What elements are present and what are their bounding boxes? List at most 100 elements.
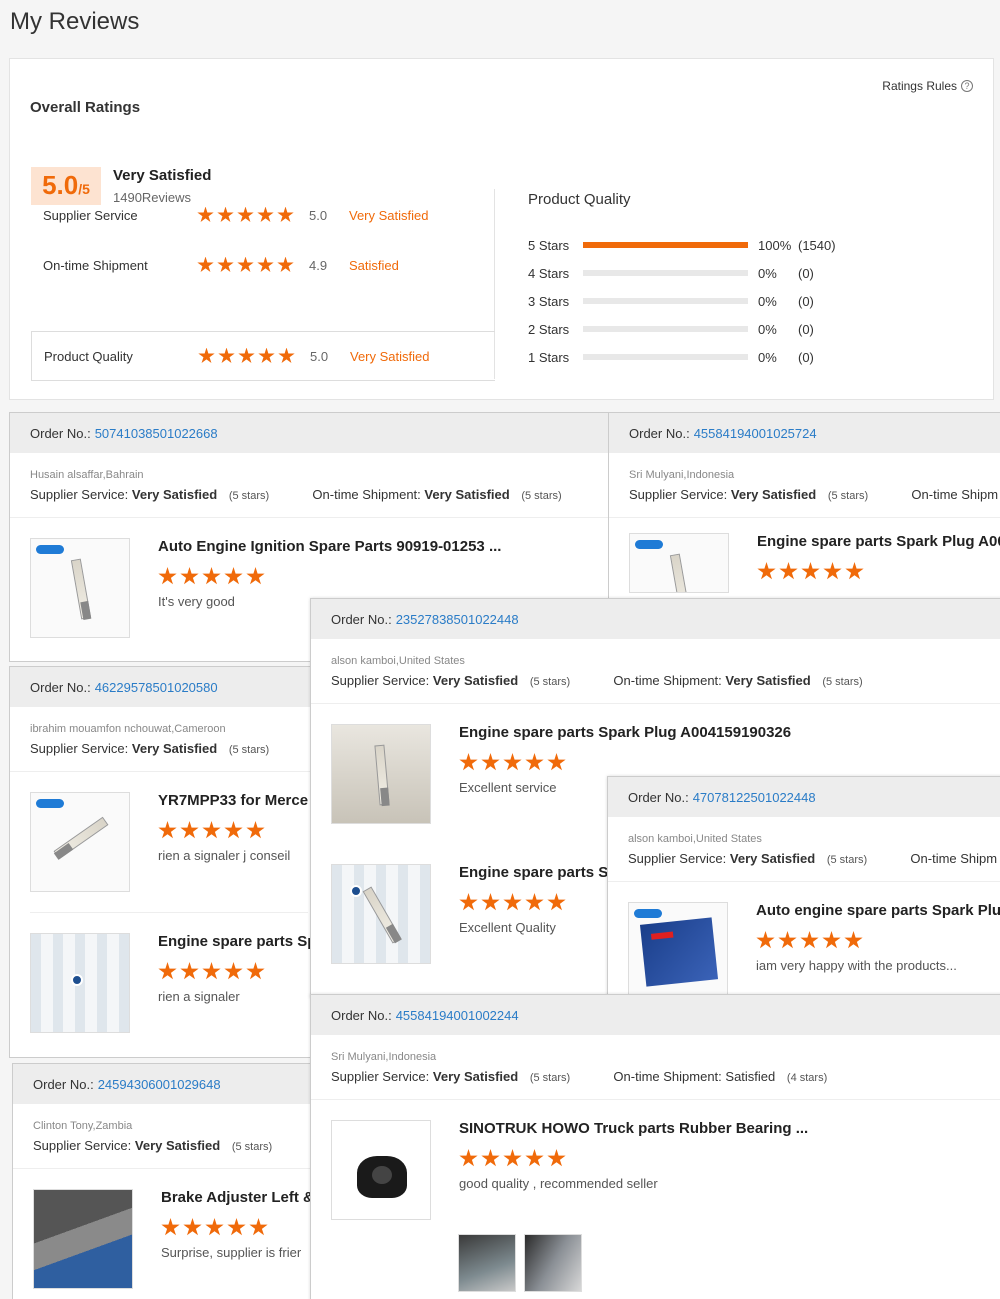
supplier-service-label: Supplier Service:: [30, 741, 129, 756]
order-number-link[interactable]: 24594306001029648: [98, 1077, 221, 1092]
star-icon: [845, 562, 864, 580]
category-label: Product Quality: [44, 348, 133, 364]
review-comment: rien a signaler j conseil: [158, 848, 291, 863]
star-rating: [198, 347, 310, 365]
supplier-service-value: Very Satisfied: [131, 487, 218, 502]
product-title[interactable]: Engine spare parts Sp: [459, 864, 617, 881]
product-review: Auto engine spare parts Spark Plug iam v…: [608, 882, 1000, 1002]
review-comment: iam very happy with the products...: [756, 958, 957, 973]
service-ratings: Supplier Service: Very Satisfied (5 star…: [10, 487, 608, 518]
review-card: Order No.: 45584194001002244 Sri Mulyani…: [310, 994, 1000, 1299]
star-icon: [180, 821, 199, 839]
product-title[interactable]: Brake Adjuster Left &: [161, 1189, 314, 1206]
brake-adjuster-image: [34, 1190, 132, 1288]
bosch-box-image: [639, 917, 719, 987]
star-icon: [459, 893, 478, 911]
order-number-link[interactable]: 47078122501022448: [693, 790, 816, 805]
order-number-link[interactable]: 50741038501022668: [95, 426, 218, 441]
ontime-shipment-stars: (5 stars): [521, 490, 562, 502]
star-icon: [823, 562, 842, 580]
star-icon: [278, 347, 295, 363]
product-thumbnail[interactable]: [30, 792, 130, 892]
supplier-service-value: Very Satisfied: [432, 1069, 519, 1084]
star-icon: [547, 753, 566, 771]
rating-bar-label: 1 Stars: [528, 349, 570, 365]
rating-bar-percent: 0%: [758, 265, 777, 281]
service-ratings: Supplier Service: Very Satisfied (5 star…: [608, 851, 1000, 882]
rating-bar-label: 3 Stars: [528, 293, 570, 309]
star-icon: [205, 1218, 224, 1236]
product-thumbnail[interactable]: [331, 724, 431, 824]
product-thumbnail[interactable]: [628, 902, 728, 1002]
order-label: Order No.:: [331, 1007, 392, 1023]
question-icon: ?: [961, 80, 973, 92]
review-card: Order No.: 24594306001029648 Clinton Ton…: [12, 1063, 330, 1299]
star-icon: [756, 931, 775, 949]
star-icon: [237, 206, 254, 222]
ontime-shipment-label: On-time Shipment:: [312, 487, 421, 502]
star-icon: [459, 1149, 478, 1167]
star-icon: [158, 821, 177, 839]
order-number-link[interactable]: 45584194001025724: [694, 426, 817, 441]
review-photo-thumbnail[interactable]: [524, 1234, 582, 1292]
product-thumbnail[interactable]: [33, 1189, 133, 1289]
rating-bar-fill: [583, 242, 748, 248]
ratings-rules-link[interactable]: Ratings Rules ?: [882, 79, 973, 93]
order-header: Order No.: 47078122501022448: [608, 777, 1000, 817]
product-title[interactable]: Auto Engine Ignition Spare Parts 90919-0…: [158, 538, 501, 555]
star-icon: [217, 206, 234, 222]
product-title[interactable]: Auto engine spare parts Spark Plug: [756, 902, 1000, 919]
ontime-shipment-value: Very Satisfied: [725, 673, 811, 688]
star-icon: [757, 562, 776, 580]
star-icon: [277, 256, 294, 272]
rating-bar-count: (0): [798, 265, 814, 281]
product-title[interactable]: YR7MPP33 for Merce: [158, 792, 308, 809]
service-ratings: Supplier Service: Very Satisfied (5 star…: [311, 1069, 1000, 1100]
order-number-link[interactable]: 23527838501022448: [396, 612, 519, 627]
star-icon: [801, 562, 820, 580]
review-comment: rien a signaler: [158, 989, 240, 1004]
product-title[interactable]: Engine spare parts Sp: [158, 933, 316, 950]
product-thumbnail[interactable]: [30, 933, 130, 1033]
review-comment: Surprise, supplier is frier: [161, 1245, 302, 1260]
rating-bar-count: (0): [798, 349, 814, 365]
star-icon: [481, 753, 500, 771]
ontime-shipment-label: On-time Shipment:: [613, 1069, 722, 1084]
star-icon: [459, 753, 478, 771]
rating-bar-percent: 0%: [758, 349, 777, 365]
category-row-product-quality[interactable]: Product Quality 5.0 Very Satisfied: [31, 331, 495, 381]
overall-score-label: Very Satisfied: [113, 167, 212, 184]
product-title[interactable]: SINOTRUK HOWO Truck parts Rubber Bearing…: [459, 1120, 808, 1137]
star-icon: [224, 567, 243, 585]
review-photos: [311, 1234, 1000, 1297]
order-header: Order No.: 24594306001029648: [13, 1064, 329, 1104]
review-card: Order No.: 45584194001025724 Sri Mulyani…: [608, 412, 1000, 602]
product-thumbnail[interactable]: [331, 864, 431, 964]
review-photo-thumbnail[interactable]: [458, 1234, 516, 1292]
overall-ratings-panel: Overall Ratings Ratings Rules ? 5.0 /5 V…: [9, 58, 994, 400]
product-thumbnail[interactable]: [331, 1120, 431, 1220]
product-thumbnail[interactable]: [30, 538, 130, 638]
star-icon: [197, 256, 214, 272]
order-number-link[interactable]: 45584194001002244: [396, 1008, 519, 1023]
rating-bar-track: [583, 270, 748, 276]
supplier-service-label: Supplier Service:: [331, 673, 430, 688]
category-text: Satisfied: [349, 257, 399, 273]
category-value: 5.0: [310, 348, 329, 364]
rating-bar-row: 3 Stars 0% (0): [528, 291, 868, 311]
star-icon: [246, 962, 265, 980]
supplier-service-value: Very Satisfied: [131, 741, 218, 756]
product-title[interactable]: Engine spare parts Spark Plug A00: [757, 533, 1000, 550]
star-rating: [158, 567, 270, 586]
star-icon: [224, 962, 243, 980]
rating-bar-row: 5 Stars 100% (1540): [528, 235, 868, 255]
order-label: Order No.:: [30, 425, 91, 441]
product-thumbnail[interactable]: [629, 533, 729, 593]
supplier-service-stars: (5 stars): [529, 1072, 571, 1084]
order-label: Order No.:: [331, 611, 392, 627]
brand-logo: [71, 974, 83, 986]
star-icon: [198, 347, 215, 363]
star-icon: [249, 1218, 268, 1236]
order-number-link[interactable]: 46229578501020580: [95, 680, 218, 695]
product-title[interactable]: Engine spare parts Spark Plug A004159190…: [459, 724, 791, 741]
